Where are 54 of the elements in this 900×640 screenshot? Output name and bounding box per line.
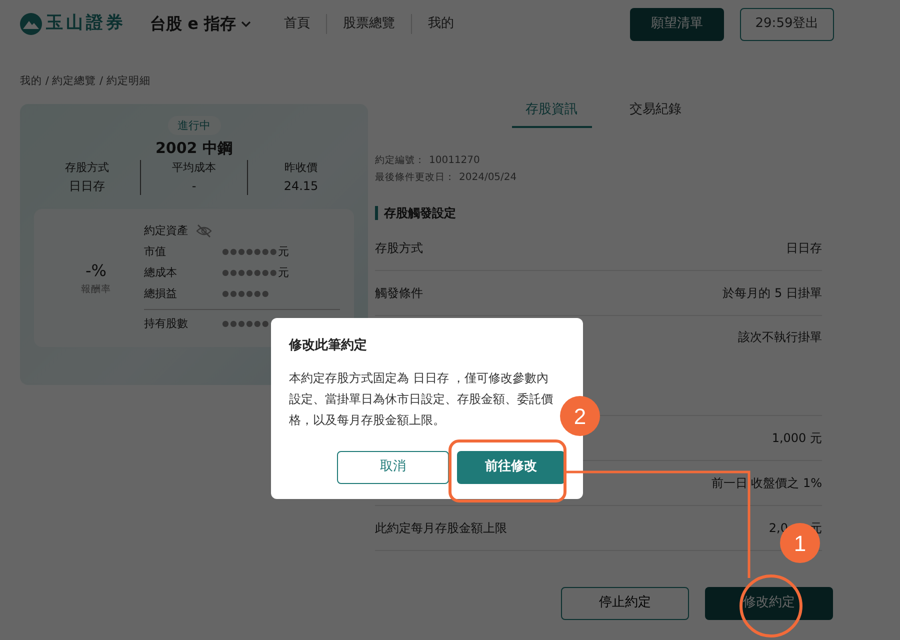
logout-button[interactable]: 29:59登出 [740, 8, 834, 40]
assets-title: 約定資產 [144, 222, 188, 239]
meta-value: 10011270 [429, 154, 480, 166]
confirm-button[interactable]: 前往修改 [457, 450, 565, 484]
dialog-message: 本約定存股方式固定為 日日存 ，僅可修改參數內設定、當掛單日為休市日設定、存股金額、委託價格，以及每月存股金額上限。 [289, 370, 554, 428]
logo-icon [20, 13, 42, 35]
asset-label: 總損益 [144, 286, 178, 302]
highlight-circle [740, 574, 802, 638]
nav-link[interactable]: 首頁 [268, 14, 327, 34]
stop-button[interactable]: 停止約定 [561, 586, 689, 620]
setting-value: 前一日 收盤價之 1% [711, 474, 822, 492]
stat-label: 昨收價 [284, 160, 318, 176]
setting-value: 該次不執行掛單 [738, 328, 822, 346]
stock-name: 2002 中鋼 [156, 139, 232, 157]
unit-label: 元 [278, 264, 289, 281]
masked-value: ●●●●●●● [222, 246, 278, 258]
setting-label: 觸發條件 [375, 284, 423, 302]
masked-value: ●●●●●● [222, 318, 270, 330]
asset-label: 總成本 [144, 264, 178, 281]
asset-label: 持有股數 [144, 316, 189, 332]
setting-value: 於每月的 5 日掛單 [722, 284, 822, 302]
brand-name: 玉山證券 [46, 12, 126, 36]
modify-button[interactable]: 修改約定 [705, 586, 833, 620]
tab[interactable]: 交易紀錄 [616, 94, 696, 128]
nav-link[interactable]: 我的 [412, 14, 470, 34]
status-badge: 進行中 [168, 116, 220, 135]
nav-link[interactable]: 股票總覽 [327, 14, 412, 34]
stat-value: 日日存 [68, 178, 106, 194]
chevron-down-icon [240, 19, 252, 29]
dialog-title: 修改此筆約定 [289, 336, 368, 355]
setting-label: 此約定每月存股金額上限 [375, 520, 507, 536]
meta-label: 約定編號： [375, 154, 425, 166]
asset-label: 市值 [144, 244, 167, 260]
unit-label: 元 [278, 244, 289, 260]
setting-label: 存股方式 [375, 240, 423, 256]
wishlist-button[interactable]: 願望清單 [630, 8, 724, 40]
stat-label: 平均成本 [171, 160, 217, 176]
cancel-button[interactable]: 取消 [337, 450, 449, 484]
step-marker: 2 [560, 396, 600, 436]
eye-slash-icon [196, 224, 212, 238]
meta-value: 2024/05/24 [459, 172, 517, 182]
setting-value: 1,000 元 [772, 430, 822, 446]
section-title: 存股觸發設定 [384, 206, 456, 220]
tab[interactable]: 存股資訊 [512, 94, 592, 128]
return-value: -% [86, 260, 106, 282]
product-name: 台股 e 指存 [150, 13, 236, 35]
stat-value: - [190, 178, 198, 194]
setting-value: 日日存 [786, 240, 822, 256]
stat-value: 24.15 [282, 178, 320, 194]
stat-label: 存股方式 [64, 160, 110, 176]
meta-label: 最後條件更改日： [375, 172, 455, 182]
masked-value: ●●●●●● [222, 288, 270, 300]
masked-value: ●●●●●●● [222, 267, 278, 279]
breadcrumb: 我的 / 約定總覽 / 約定明細 [20, 75, 150, 87]
